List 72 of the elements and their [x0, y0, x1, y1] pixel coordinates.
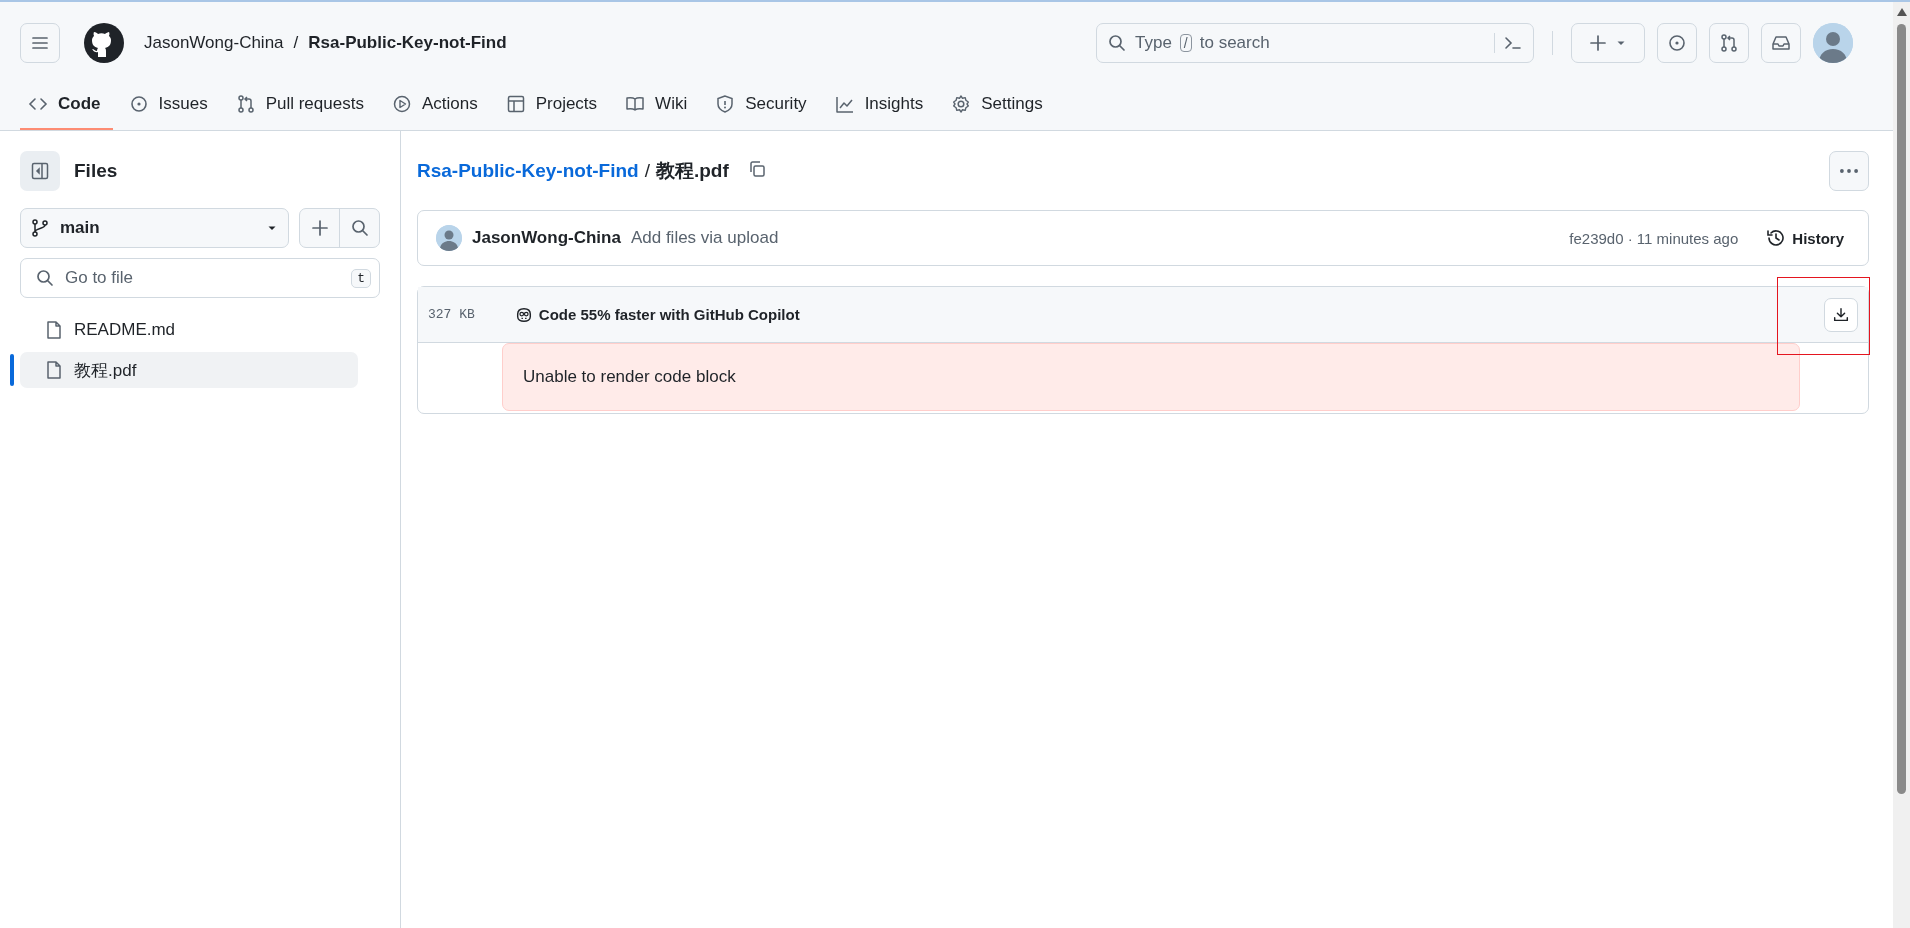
logo-icon[interactable]: [84, 23, 124, 63]
line-graph-icon: [834, 94, 855, 114]
branch-icon: [30, 218, 50, 238]
search-icon: [35, 268, 55, 288]
shortcut-key: t: [351, 268, 371, 288]
robot-face-icon: [514, 305, 533, 324]
pull-request-icon: [235, 94, 256, 114]
create-button[interactable]: [1571, 23, 1645, 63]
branch-selector[interactable]: main: [20, 208, 289, 248]
file-title: 教程.pdf: [655, 159, 729, 183]
repo-tab[interactable]: Actions: [383, 80, 490, 130]
collapse-panel-button[interactable]: [20, 151, 60, 191]
owner-link[interactable]: JasonWong-China: [144, 33, 284, 53]
repo-tab[interactable]: Projects: [497, 80, 610, 130]
path-separator: /: [644, 160, 650, 182]
file-name: README.md: [74, 320, 176, 340]
issues-button[interactable]: [1657, 23, 1697, 63]
copilot-promo-link[interactable]: Code 55% faster with GitHub Copilot: [514, 305, 1784, 324]
file-tree-item[interactable]: README.md: [20, 312, 358, 348]
shield-icon: [715, 94, 736, 114]
download-button[interactable]: [1824, 297, 1858, 332]
scrollbar[interactable]: [1893, 2, 1910, 928]
circle-dot-icon: [128, 94, 149, 114]
inbox-button[interactable]: [1761, 23, 1801, 63]
repo-tab[interactable]: Wiki: [617, 80, 700, 130]
table-icon: [505, 94, 526, 114]
scroll-up-arrow-icon[interactable]: [1896, 8, 1907, 16]
avatar[interactable]: [1813, 23, 1853, 63]
sidebar-title: Files: [74, 160, 118, 182]
commit-author[interactable]: JasonWong-China: [472, 228, 621, 248]
repo-tab[interactable]: Security: [707, 80, 819, 130]
repo-tab[interactable]: Insights: [826, 80, 936, 130]
field-placeholder: Go to file: [65, 268, 135, 288]
go-to-file-field[interactable]: Go to file t: [20, 258, 380, 298]
commit-info[interactable]: fe239d0 · 11 minutes ago: [1569, 229, 1739, 247]
file-tree-item[interactable]: 教程.pdf: [20, 352, 358, 388]
more-options-button[interactable]: [1829, 151, 1869, 191]
shortcut-key: /: [1179, 34, 1192, 52]
search-icon: [1107, 33, 1127, 53]
commit-message[interactable]: Add files via upload: [630, 228, 1560, 248]
menu-button[interactable]: [20, 23, 60, 63]
path-separator: /: [293, 33, 299, 53]
search-hint: to search: [1199, 33, 1271, 53]
inbox-icon: [1771, 33, 1791, 53]
play-circle-icon: [391, 94, 412, 114]
repo-link[interactable]: Rsa-Public-Key-not-Find: [308, 33, 507, 53]
sidebar-panel-icon: [30, 161, 50, 181]
file-icon: [44, 320, 64, 340]
error-message: Unable to render code block: [523, 367, 736, 387]
repo-tab[interactable]: Settings: [943, 80, 1055, 130]
settings-icon: [951, 94, 972, 114]
book-icon: [625, 94, 646, 114]
repo-tab[interactable]: Pull requests: [227, 80, 376, 130]
plus-icon: [309, 218, 330, 238]
plus-icon: [1588, 33, 1608, 53]
file-name: 教程.pdf: [74, 359, 137, 382]
pull-request-icon: [1719, 33, 1739, 53]
circle-dot-icon: [1667, 33, 1687, 53]
download-icon: [1832, 305, 1850, 324]
repo-link[interactable]: Rsa-Public-Key-not-Find: [417, 160, 639, 182]
search-icon: [349, 218, 370, 238]
repo-tab[interactable]: Code: [20, 80, 113, 130]
file-icon: [44, 360, 64, 380]
avatar: [436, 225, 462, 251]
search-hint: Type: [1135, 33, 1172, 53]
pull-requests-button[interactable]: [1709, 23, 1749, 63]
file-size: 327 KB: [428, 307, 475, 322]
repo-tab[interactable]: Issues: [120, 80, 220, 130]
search-field[interactable]: Type / to search: [1096, 23, 1534, 63]
history-icon: [1766, 228, 1787, 248]
kebab-icon: [1840, 169, 1858, 173]
history-button[interactable]: History: [1756, 218, 1854, 258]
